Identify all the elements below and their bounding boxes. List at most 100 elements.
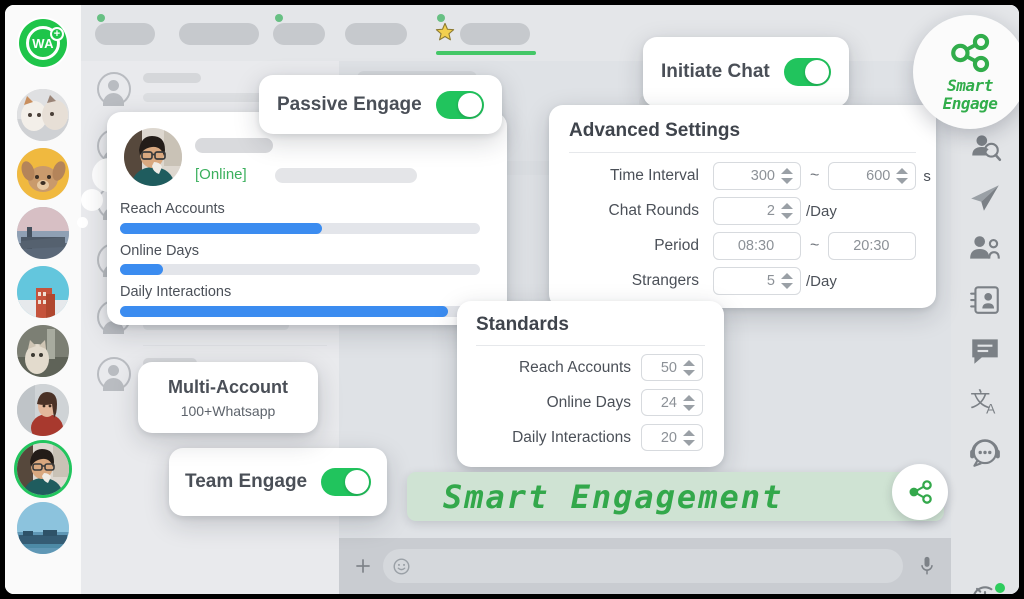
time-interval-max-value: 600 xyxy=(866,168,891,184)
online-status: [Online] xyxy=(195,166,247,183)
profile-avatar-image xyxy=(124,128,182,186)
range-separator: ~ xyxy=(810,167,820,184)
share-network-icon xyxy=(909,480,932,504)
std-daily-interactions-value: 20 xyxy=(660,429,677,446)
contact-card-icon[interactable] xyxy=(968,283,1002,317)
metric-label-reach-accounts: Reach Accounts xyxy=(120,201,225,217)
period-end-value: 20:30 xyxy=(853,238,890,254)
top-tab-4[interactable] xyxy=(345,23,407,45)
avatar-man-coffee[interactable] xyxy=(17,443,69,495)
support-headset-icon[interactable] xyxy=(968,436,1002,470)
passive-engage-card[interactable]: Passive Engage xyxy=(259,75,502,134)
std-reach-accounts-input[interactable]: 50 xyxy=(641,354,703,381)
label-std-reach-accounts: Reach Accounts xyxy=(518,358,631,376)
account-avatar-rail: WA + xyxy=(5,5,81,594)
avatar-red-building[interactable] xyxy=(17,266,69,318)
tab-status-dot xyxy=(275,14,283,22)
top-tab-5-active[interactable] xyxy=(435,14,536,55)
avatar-blue-city-image xyxy=(17,502,69,554)
message-input[interactable] xyxy=(383,549,903,583)
spinner-arrows[interactable] xyxy=(781,165,794,187)
spinner-arrows[interactable] xyxy=(683,357,696,379)
tab-label-placeholder xyxy=(95,23,155,45)
smart-engage-badge[interactable]: Smart Engage xyxy=(913,15,1019,129)
standards-title: Standards xyxy=(476,314,569,335)
spinner-arrows[interactable] xyxy=(683,392,696,414)
unit-per-day: /Day xyxy=(806,272,837,290)
standards-card: Standards Reach Accounts 50 Online Days … xyxy=(457,301,724,467)
avatar-dog-image xyxy=(17,148,69,200)
metric-track-online-days xyxy=(120,264,480,275)
chat-rounds-input[interactable]: 2 xyxy=(713,197,801,225)
avatar-bridge[interactable] xyxy=(17,207,69,259)
metric-fill-reach-accounts xyxy=(120,223,322,234)
share-network-icon xyxy=(951,33,990,73)
top-tab-bar xyxy=(81,5,1019,61)
active-tab-underline xyxy=(436,51,536,55)
send-plane-icon[interactable] xyxy=(968,181,1002,215)
team-engage-card[interactable]: Team Engage xyxy=(169,448,387,516)
strangers-input[interactable]: 5 xyxy=(713,267,801,295)
advanced-settings-card: Advanced Settings Time Interval 300 ~ 60… xyxy=(549,105,936,308)
svg-text:A: A xyxy=(986,401,996,417)
spinner-arrows[interactable] xyxy=(896,165,909,187)
chat-message-icon[interactable] xyxy=(968,334,1002,368)
time-interval-max-input[interactable]: 600 xyxy=(828,162,917,190)
top-tab-2[interactable] xyxy=(179,23,259,45)
profile-metrics-card: [Online] Reach Accounts Online Days Dail… xyxy=(107,112,507,325)
whatsapp-logo: WA + xyxy=(17,17,69,69)
period-end-input[interactable]: 20:30 xyxy=(828,232,917,260)
std-online-days-input[interactable]: 24 xyxy=(641,389,703,416)
std-online-days-value: 24 xyxy=(660,394,677,411)
time-interval-min-input[interactable]: 300 xyxy=(713,162,801,190)
contact-name-placeholder xyxy=(143,73,201,83)
spinner-arrows[interactable] xyxy=(781,270,794,292)
metric-label-online-days: Online Days xyxy=(120,243,199,259)
time-interval-min-value: 300 xyxy=(750,168,775,184)
plus-icon[interactable] xyxy=(353,556,373,576)
decorative-bubble xyxy=(81,189,103,211)
avatar-cats[interactable] xyxy=(17,89,69,141)
avatar-blue-city[interactable] xyxy=(17,502,69,554)
team-engage-toggle[interactable] xyxy=(321,468,371,496)
std-reach-accounts-value: 50 xyxy=(660,359,677,376)
favorite-star-icon xyxy=(435,22,455,41)
label-strangers: Strangers xyxy=(631,272,699,289)
right-tool-bar: 文 A xyxy=(951,61,1019,594)
smiley-icon[interactable] xyxy=(392,557,411,576)
initiate-chat-label: Initiate Chat xyxy=(661,61,770,82)
microphone-icon[interactable] xyxy=(917,554,937,578)
contact-avatar-icon xyxy=(97,72,131,106)
tab-label-placeholder xyxy=(273,23,325,45)
metric-label-daily-interactions: Daily Interactions xyxy=(120,284,232,300)
profile-subtitle-placeholder xyxy=(275,168,417,183)
avatar-cats-image xyxy=(17,89,69,141)
spinner-arrows[interactable] xyxy=(781,200,794,222)
avatar-woman[interactable] xyxy=(17,384,69,436)
initiate-chat-toggle[interactable] xyxy=(783,58,831,86)
std-daily-interactions-input[interactable]: 20 xyxy=(641,424,703,451)
avatar-bridge-image xyxy=(17,207,69,259)
avatar-dog[interactable] xyxy=(17,148,69,200)
top-tab-3[interactable] xyxy=(273,14,325,45)
chat-rounds-value: 2 xyxy=(766,203,775,219)
top-tab-1[interactable] xyxy=(95,14,155,45)
avatar-cat-image xyxy=(17,325,69,377)
decorative-bubble xyxy=(77,217,88,228)
passive-engage-toggle[interactable] xyxy=(435,90,484,119)
spinner-arrows[interactable] xyxy=(683,427,696,449)
multi-account-card[interactable]: Multi-Account 100+Whatsapp xyxy=(138,362,318,433)
period-start-input[interactable]: 08:30 xyxy=(713,232,801,260)
strangers-value: 5 xyxy=(766,273,775,289)
user-search-icon[interactable] xyxy=(968,130,1002,164)
message-input-bar xyxy=(339,538,951,594)
metric-fill-daily-interactions xyxy=(120,306,448,317)
metric-fill-online-days xyxy=(120,264,164,275)
history-notification-dot xyxy=(995,583,1005,593)
group-users-icon[interactable] xyxy=(968,232,1002,266)
banner-share-button[interactable] xyxy=(892,464,948,520)
initiate-chat-card[interactable]: Initiate Chat xyxy=(643,37,849,107)
multi-account-title: Multi-Account xyxy=(168,376,288,397)
avatar-cat[interactable] xyxy=(17,325,69,377)
translate-icon[interactable]: 文 A xyxy=(968,385,1002,419)
